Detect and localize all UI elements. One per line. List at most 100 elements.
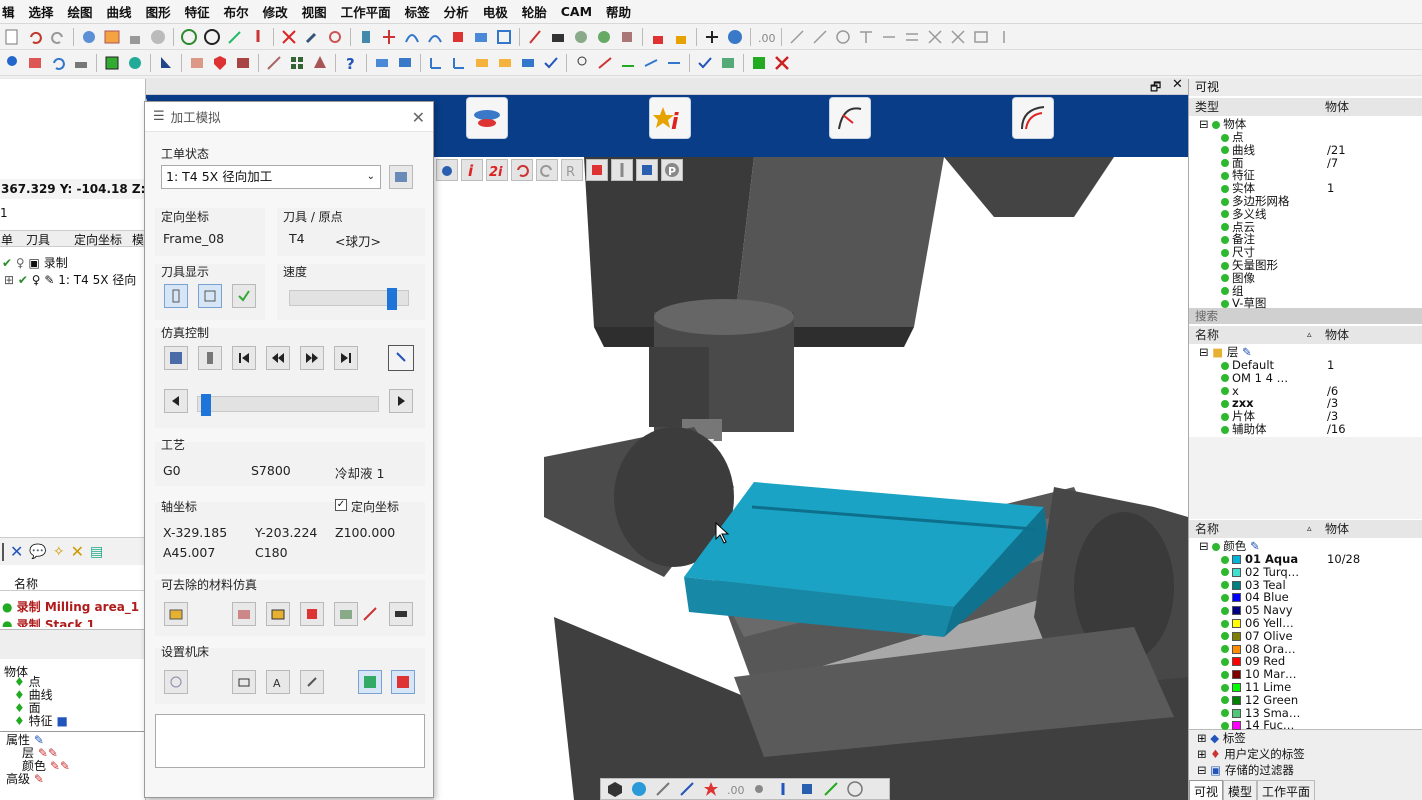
layer-row[interactable]: x/6 [1189,384,1422,398]
dim2-icon[interactable] [902,27,922,47]
machine-link-button[interactable] [164,670,188,694]
visibility-icon[interactable] [1221,146,1229,155]
menu-label[interactable]: 标签 [398,2,437,21]
boot-icon[interactable] [156,53,176,73]
col-object[interactable]: 物体 [1325,326,1349,344]
hand-icon[interactable] [79,27,99,47]
removal-stock-button[interactable] [164,602,188,626]
brush3-icon[interactable] [677,779,697,799]
measure3-icon[interactable] [618,53,638,73]
cube-red-icon[interactable] [586,159,608,181]
tree2-item-feature[interactable]: ♦ 特征 ■ [14,715,68,728]
snap-icon[interactable] [810,27,830,47]
grid2-icon[interactable] [287,53,307,73]
visibility-icon[interactable] [1221,593,1229,602]
splitter[interactable] [0,629,145,659]
close-icon[interactable]: ✕ [412,108,425,127]
attr-advanced[interactable]: 高级 ✎ [6,773,70,786]
color-row[interactable]: 03 Teal [1189,578,1422,592]
progress-slider[interactable] [197,394,379,416]
close-icon[interactable]: ✕ [1172,77,1183,92]
menu-electrode[interactable]: 电极 [476,2,515,21]
section-filters[interactable]: ⊟ ▣ 存储的过滤器 [1189,764,1422,777]
type-row[interactable]: 备注 [1189,233,1422,246]
type-row[interactable]: 曲线/21 [1189,143,1422,157]
point-icon[interactable] [749,779,769,799]
p-icon[interactable]: P [661,159,683,181]
visibility-icon[interactable] [1221,657,1229,666]
machine-load-button[interactable] [358,670,382,694]
menu-select[interactable]: 选择 [22,2,61,21]
menu-curve[interactable]: 曲线 [100,2,139,21]
color-row[interactable]: 02 Turq… [1189,565,1422,579]
col-object[interactable]: 物体 [1325,520,1349,538]
type-row[interactable]: 面/7 [1189,156,1422,170]
progress-slider-thumb[interactable] [201,394,212,416]
menu-feature[interactable]: 特征 [178,2,217,21]
color-row[interactable]: 06 Yell… [1189,617,1422,630]
plane-icon[interactable] [472,53,492,73]
speed-slider-thumb[interactable] [386,288,397,310]
layer-icon[interactable] [594,27,614,47]
model-icon[interactable] [102,53,122,73]
tab-orient[interactable]: 定向坐标 [74,231,132,247]
axis-icon[interactable] [426,53,446,73]
circle-icon[interactable] [833,27,853,47]
tab-tool[interactable]: 刀具 [26,231,74,247]
layers-icon[interactable] [25,53,45,73]
menu-view[interactable]: 视图 [295,2,334,21]
sort-icon[interactable]: ▵ [1307,326,1312,344]
plus-icon[interactable] [702,27,722,47]
curve-icon[interactable] [402,27,422,47]
visibility-icon[interactable] [1221,412,1229,421]
type-row[interactable]: 点云 [1189,220,1422,234]
tree-job[interactable]: ⊞ ✔ ♀ ✎ 1: T4 5X 径向 [4,271,136,288]
work-state-select[interactable]: 1: T4 5X 径向加工 ⌄ [161,165,381,189]
refresh-icon[interactable] [202,27,222,47]
type-row[interactable]: 尺寸 [1189,246,1422,259]
new-icon[interactable] [2,27,22,47]
stack-icon[interactable] [233,53,253,73]
arc-icon[interactable] [425,27,445,47]
redo-gray-icon[interactable] [536,159,558,181]
visibility-icon[interactable] [1221,619,1229,628]
layer-row[interactable]: OM 1 4 … [1189,371,1422,385]
machine-tool-button[interactable] [300,670,324,694]
clock-icon[interactable] [179,27,199,47]
machine2-icon[interactable] [797,779,817,799]
machine-icon[interactable] [548,27,568,47]
tree-record[interactable]: ✔ ♀ ▣ 录制 [2,254,68,271]
speed-slider[interactable] [289,288,409,310]
accept-icon[interactable] [749,53,769,73]
plane3-icon[interactable] [518,53,538,73]
sim-gear-icon[interactable] [436,159,458,181]
tools-icon[interactable] [356,27,376,47]
table-icon[interactable] [971,27,991,47]
star2-icon[interactable] [701,779,721,799]
comment-icon[interactable]: 💬 [29,544,46,560]
skip-end-button[interactable] [334,346,358,370]
shade-icon[interactable] [605,779,625,799]
line-icon[interactable] [787,27,807,47]
type-row[interactable]: V-草图 [1189,297,1422,310]
removal-cut-button[interactable] [232,602,256,626]
info-icon[interactable]: i [461,159,483,181]
visibility-icon[interactable] [1221,387,1229,396]
menu-draw[interactable]: 绘图 [61,2,100,21]
redo-icon[interactable] [48,27,68,47]
tab-model[interactable]: 模型 [1223,780,1258,800]
menu-analysis[interactable]: 分析 [437,2,476,21]
menu-workplane[interactable]: 工作平面 [334,2,398,21]
removal-export-button[interactable] [389,602,413,626]
expand-icon[interactable]: ⊞ [4,273,14,287]
step-forward-button[interactable] [389,389,413,413]
machine-axis-button[interactable]: A [266,670,290,694]
color-row[interactable]: 14 Fuc… [1189,719,1422,732]
lock-yellow-icon[interactable] [671,27,691,47]
type-row[interactable]: 实体 1 [1189,182,1422,195]
pin-icon[interactable] [994,27,1014,47]
type-row[interactable]: 组 [1189,284,1422,298]
type-row[interactable]: 多义线 [1189,207,1422,221]
visibility-icon[interactable] [1221,159,1229,168]
tab-more[interactable]: 模 [132,231,144,247]
